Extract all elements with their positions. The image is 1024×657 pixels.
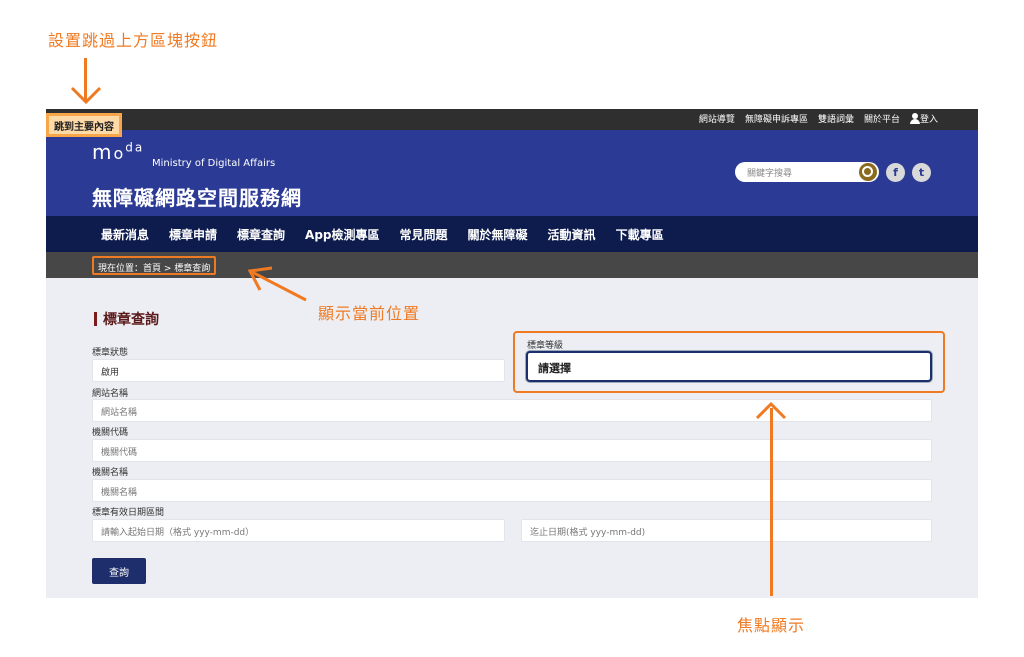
main-nav: 最新消息 標章申請 標章查詢 App檢測專區 常見問題 關於無障礙 活動資訊 下… xyxy=(46,216,978,252)
left-arrow-icon xyxy=(247,266,307,302)
login-link[interactable]: 登入 xyxy=(909,112,938,125)
website-frame: 網站導覽 無障礙申訴專區 雙語詞彙 關於平台 登入 moda Ministry … xyxy=(46,109,978,598)
date-range-label: 標章有效日期區間 xyxy=(92,508,165,518)
twitter-icon[interactable]: t xyxy=(912,163,931,182)
focus-display-annotation: 焦點顯示 xyxy=(737,616,806,635)
glossary-link[interactable]: 雙語詞彙 xyxy=(818,112,854,125)
login-label: 登入 xyxy=(919,115,938,125)
moda-logo[interactable]: moda xyxy=(92,140,144,164)
agency-code-input[interactable]: 機關代碼 xyxy=(92,439,932,462)
nav-faq[interactable]: 常見問題 xyxy=(400,226,448,243)
complaint-link[interactable]: 無障礙申訴專區 xyxy=(745,112,808,125)
up-arrow-icon xyxy=(770,408,773,596)
agency-code-label: 機關代碼 xyxy=(92,428,129,438)
breadcrumb-bar: 現在位置：首頁 > 標章查詢 xyxy=(46,252,978,278)
nav-badge-search[interactable]: 標章查詢 xyxy=(237,226,285,243)
site-header: moda Ministry of Digital Affairs 無障礙網路空間… xyxy=(46,130,978,216)
nav-about-accessibility[interactable]: 關於無障礙 xyxy=(468,226,528,243)
agency-name-input[interactable]: 機關名稱 xyxy=(92,479,932,502)
breadcrumb: 現在位置：首頁 > 標章查詢 xyxy=(92,256,217,275)
nav-downloads[interactable]: 下載專區 xyxy=(616,226,664,243)
skip-to-content-link[interactable]: 跳到主要內容 xyxy=(46,113,122,137)
current-location-annotation: 顯示當前位置 xyxy=(318,304,421,323)
user-icon xyxy=(909,113,920,124)
nav-news[interactable]: 最新消息 xyxy=(101,226,149,243)
status-select[interactable]: 啟用 xyxy=(92,359,505,382)
facebook-icon[interactable]: f xyxy=(886,163,905,182)
search-icon[interactable] xyxy=(859,163,877,181)
page-title-text: 標章查詢 xyxy=(103,312,159,328)
skip-button-annotation: 設置跳過上方區塊按鈕 xyxy=(48,31,219,50)
site-name-label: 網站名稱 xyxy=(92,389,129,399)
site-title[interactable]: 無障礙網路空間服務網 xyxy=(92,182,302,211)
arrow-head-up-icon xyxy=(755,401,787,420)
about-link[interactable]: 關於平台 xyxy=(864,112,900,125)
status-label: 標章狀態 xyxy=(92,348,129,358)
end-date-input[interactable]: 迄止日期(格式 yyy-mm-dd) xyxy=(521,519,932,542)
start-date-input[interactable]: 請輸入起始日期（格式 yyy-mm-dd） xyxy=(92,519,505,542)
top-utility-bar: 網站導覽 無障礙申訴專區 雙語詞彙 關於平台 登入 xyxy=(46,109,978,130)
search-submit-button[interactable]: 查詢 xyxy=(92,558,146,584)
nav-badge-apply[interactable]: 標章申請 xyxy=(169,226,217,243)
page-title: 標章查詢 xyxy=(94,309,159,329)
arrow-head-icon xyxy=(70,86,102,105)
focus-highlight-box xyxy=(513,331,945,393)
search-input[interactable]: 關鍵字搜尋 xyxy=(735,162,879,182)
nav-app-testing[interactable]: App檢測專區 xyxy=(305,226,379,243)
site-name-input[interactable]: 網站名稱 xyxy=(92,399,932,422)
ministry-name: Ministry of Digital Affairs xyxy=(152,158,276,169)
sitemap-link[interactable]: 網站導覽 xyxy=(699,112,735,125)
agency-name-label: 機關名稱 xyxy=(92,468,129,478)
nav-events[interactable]: 活動資訊 xyxy=(548,226,596,243)
